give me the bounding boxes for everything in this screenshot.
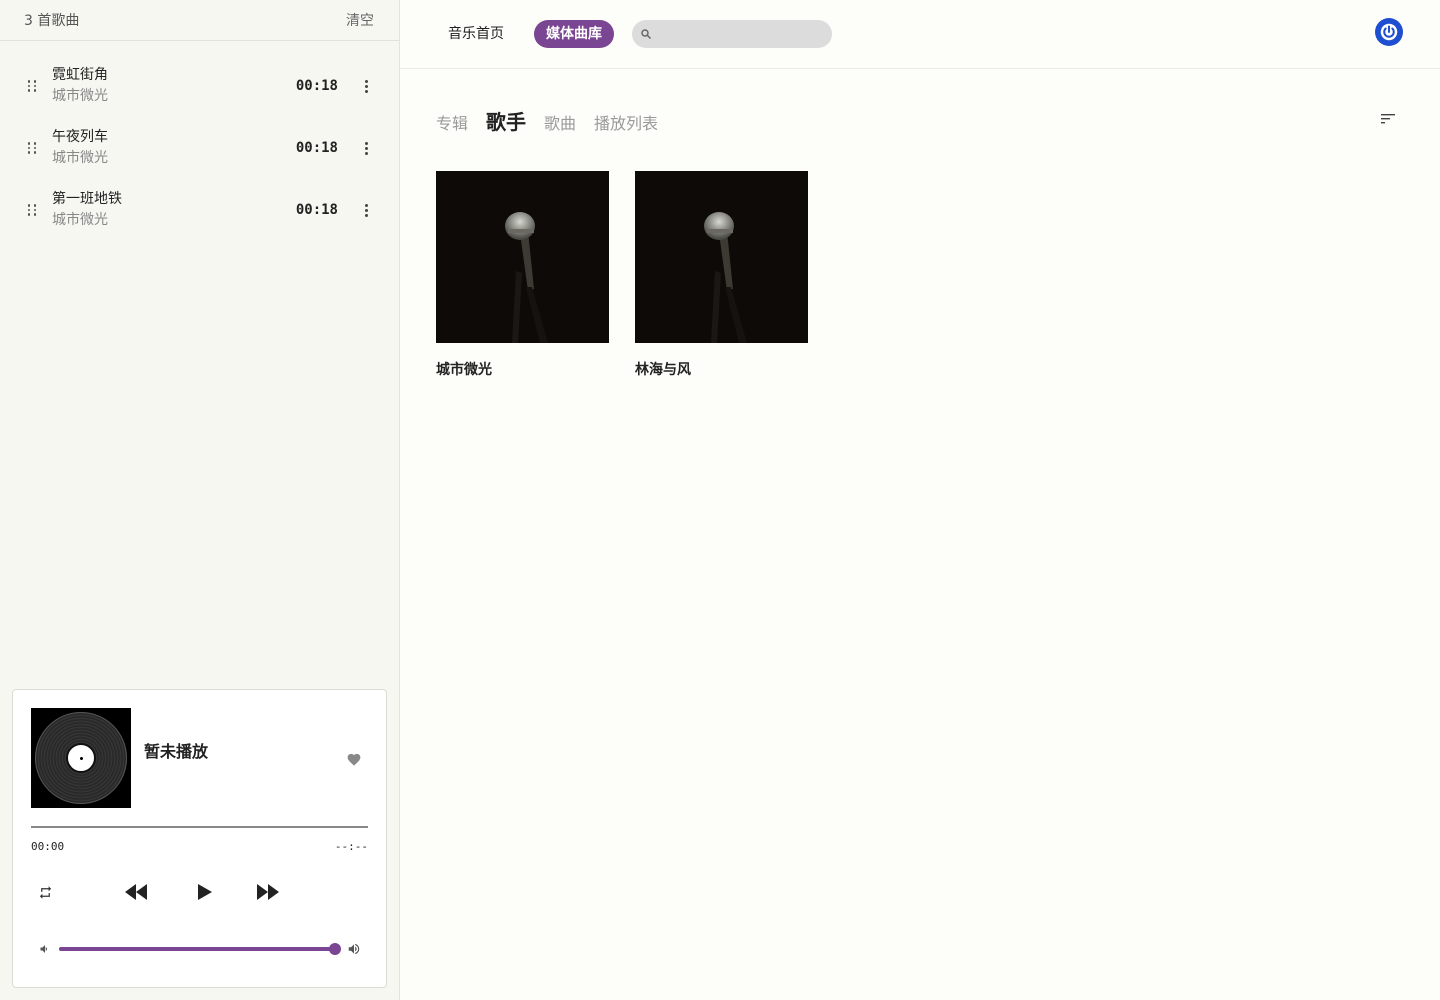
tab-playlists[interactable]: 播放列表 bbox=[594, 110, 658, 134]
library-tabs: 专辑 歌手 歌曲 播放列表 bbox=[436, 106, 676, 135]
volume-slider[interactable] bbox=[59, 943, 341, 955]
search-box[interactable] bbox=[632, 20, 832, 48]
tab-artists[interactable]: 歌手 bbox=[486, 106, 526, 135]
artist-name: 林海与风 bbox=[635, 362, 691, 378]
total-time: --:-- bbox=[334, 840, 368, 853]
queue-header: 3 首歌曲 清空 bbox=[0, 0, 399, 41]
microphone-image bbox=[635, 171, 808, 343]
rewind-icon[interactable] bbox=[124, 880, 148, 904]
drag-handle-icon[interactable] bbox=[26, 202, 38, 218]
more-vertical-icon[interactable] bbox=[356, 200, 376, 220]
clear-queue-button[interactable]: 清空 bbox=[346, 10, 374, 30]
queue-item-title: 霓虹街角 bbox=[52, 67, 108, 83]
repeat-icon[interactable] bbox=[36, 883, 54, 901]
artist-name: 城市微光 bbox=[436, 362, 492, 378]
microphone-image bbox=[436, 171, 609, 343]
top-bar: 音乐首页 媒体曲库 bbox=[400, 0, 1440, 69]
artist-card[interactable]: 林海与风 bbox=[635, 171, 808, 379]
queue-item[interactable]: 第一班地铁 城市微光 00:18 bbox=[0, 179, 399, 241]
more-vertical-icon[interactable] bbox=[356, 138, 376, 158]
vinyl-record-icon bbox=[35, 712, 127, 804]
progress-bar[interactable] bbox=[31, 826, 368, 828]
fast-forward-icon[interactable] bbox=[256, 880, 280, 904]
queue-item-texts: 霓虹街角 城市微光 bbox=[52, 65, 296, 107]
play-icon bbox=[198, 884, 212, 900]
play-button[interactable] bbox=[193, 880, 217, 904]
more-vertical-icon[interactable] bbox=[356, 76, 376, 96]
tab-albums[interactable]: 专辑 bbox=[436, 110, 468, 134]
volume-slider-thumb[interactable] bbox=[329, 943, 341, 955]
queue-item-title: 午夜列车 bbox=[52, 129, 108, 145]
artist-card[interactable]: 城市微光 bbox=[436, 171, 609, 379]
search-icon bbox=[641, 29, 652, 40]
queue-item-artist: 城市微光 bbox=[52, 212, 108, 228]
play-queue-panel: 3 首歌曲 清空 霓虹街角 城市微光 00:18 午夜列车 城市微光 00:18… bbox=[0, 0, 400, 1000]
queue-item[interactable]: 霓虹街角 城市微光 00:18 bbox=[0, 55, 399, 117]
power-icon[interactable] bbox=[1375, 18, 1403, 46]
queue-count: 3 首歌曲 bbox=[24, 13, 80, 29]
nav-music-home[interactable]: 音乐首页 bbox=[436, 21, 516, 47]
queue-item-duration: 00:18 bbox=[295, 140, 338, 156]
now-playing-title: 暂未播放 bbox=[144, 742, 209, 761]
queue-item-artist: 城市微光 bbox=[52, 88, 108, 104]
queue-item-duration: 00:18 bbox=[295, 78, 338, 94]
nav-media-library[interactable]: 媒体曲库 bbox=[534, 20, 614, 48]
queue-item-duration: 00:18 bbox=[295, 202, 338, 218]
current-time: 00:00 bbox=[31, 840, 65, 853]
tab-songs[interactable]: 歌曲 bbox=[544, 110, 576, 134]
queue-list: 霓虹街角 城市微光 00:18 午夜列车 城市微光 00:18 第一班地铁 城市… bbox=[0, 41, 399, 241]
album-cover bbox=[31, 708, 131, 808]
volume-low-icon[interactable] bbox=[37, 941, 53, 957]
queue-item[interactable]: 午夜列车 城市微光 00:18 bbox=[0, 117, 399, 179]
drag-handle-icon[interactable] bbox=[26, 78, 38, 94]
heart-icon[interactable] bbox=[346, 751, 362, 770]
search-input[interactable] bbox=[658, 26, 828, 42]
volume-high-icon[interactable] bbox=[345, 941, 363, 957]
drag-handle-icon[interactable] bbox=[26, 140, 38, 156]
queue-item-texts: 午夜列车 城市微光 bbox=[52, 127, 296, 169]
queue-item-texts: 第一班地铁 城市微光 bbox=[52, 189, 296, 231]
sort-icon[interactable] bbox=[1380, 111, 1396, 130]
player-card: 暂未播放 00:00 --:-- bbox=[12, 689, 387, 988]
queue-item-title: 第一班地铁 bbox=[52, 191, 122, 207]
queue-item-artist: 城市微光 bbox=[52, 150, 108, 166]
